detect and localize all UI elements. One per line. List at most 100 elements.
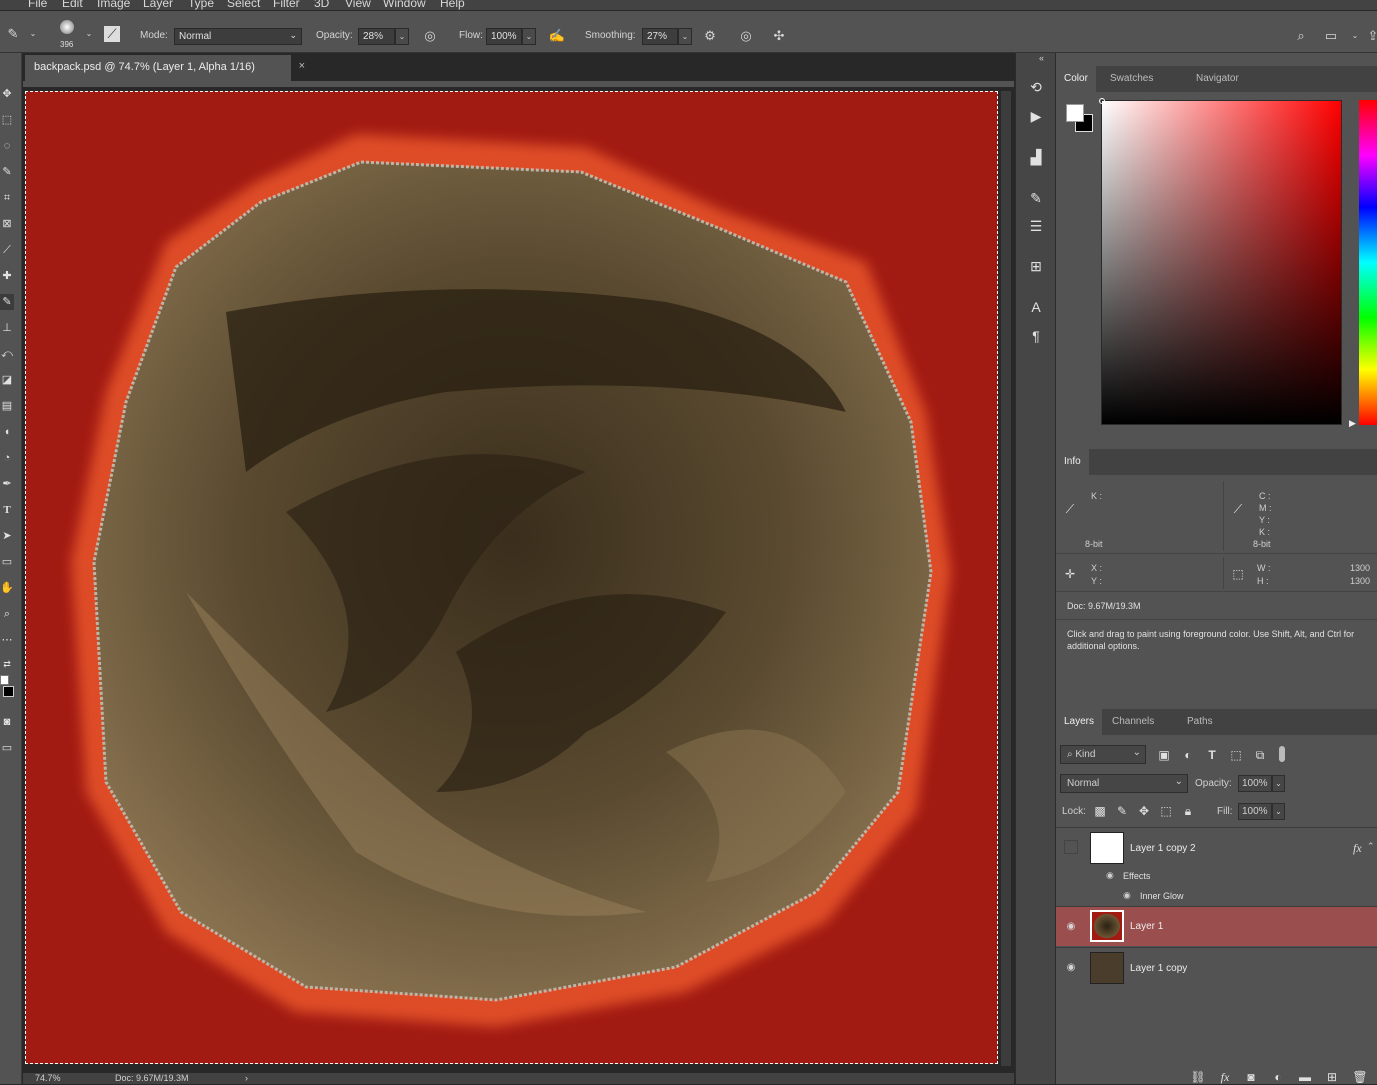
layer-row-copy-2[interactable]: Layer 1 copy 2 fx ⌃ ◉ Effects ◉ Inner Gl…	[1056, 827, 1377, 904]
new-group-icon[interactable]: ▬	[1297, 1069, 1313, 1085]
brush-preview[interactable]	[60, 20, 74, 34]
tab-swatches[interactable]: Swatches	[1102, 66, 1161, 92]
properties-panel-icon[interactable]: ⊞	[1026, 256, 1046, 276]
lock-image-icon[interactable]: ✎	[1114, 803, 1130, 819]
eyedropper-cmyk-icon[interactable]: ⟋	[1230, 501, 1246, 517]
layer-name[interactable]: Layer 1 copy	[1130, 963, 1187, 974]
lock-artboard-icon[interactable]: ⬚	[1158, 803, 1174, 819]
menu-type[interactable]: Type	[188, 0, 214, 10]
healing-brush-tool-icon[interactable]: ✚	[0, 268, 14, 284]
smoothing-dropdown[interactable]: ⌄	[678, 28, 692, 45]
brush-settings-icon[interactable]: ⟋	[104, 26, 120, 42]
foreground-color-swatch[interactable]	[0, 675, 9, 685]
brush-picker-chevron-icon[interactable]: ⌄	[80, 25, 98, 43]
swap-colors-icon[interactable]: ⇄	[0, 656, 14, 672]
path-selection-tool-icon[interactable]: ➤	[0, 528, 14, 544]
foreground-swatch[interactable]	[1066, 104, 1084, 122]
smoothing-input[interactable]: 27%	[642, 28, 678, 45]
history-brush-tool-icon[interactable]: ⤺	[0, 346, 14, 362]
menu-help[interactable]: Help	[440, 0, 465, 10]
opacity-input[interactable]: 28%	[358, 28, 395, 45]
move-tool-icon[interactable]: ✥	[0, 86, 14, 102]
flow-input[interactable]: 100%	[486, 28, 522, 45]
menu-edit[interactable]: Edit	[62, 0, 83, 10]
brush-tool-active-icon[interactable]: ✎	[0, 294, 14, 310]
tab-navigator[interactable]: Navigator	[1188, 66, 1247, 92]
pressure-size-icon[interactable]: ◎	[737, 27, 755, 45]
blend-mode-select[interactable]: Normal ⌄	[1060, 774, 1188, 793]
gear-icon[interactable]: ⚙	[701, 27, 719, 45]
dodge-tool-icon[interactable]: ◔	[0, 450, 14, 466]
collapse-panels-icon[interactable]: «	[1039, 53, 1044, 63]
layer-opacity-dropdown[interactable]: ⌄	[1272, 775, 1285, 792]
marquee-tool-icon[interactable]: ⬚	[0, 112, 14, 128]
quick-selection-tool-icon[interactable]: ✎	[0, 164, 14, 180]
pen-tool-icon[interactable]: ✒	[0, 476, 14, 492]
pressure-opacity-icon[interactable]: ◎	[421, 27, 439, 45]
menu-filter[interactable]: Filter	[273, 0, 300, 10]
adjustments-panel-icon[interactable]: ☰	[1026, 216, 1046, 236]
hand-tool-icon[interactable]: ✋	[0, 580, 14, 596]
opacity-dropdown[interactable]: ⌄	[395, 28, 409, 45]
new-adjustment-layer-icon[interactable]: ◐	[1270, 1069, 1286, 1085]
layer-row-layer-1-copy[interactable]: ◉ Layer 1 copy	[1056, 947, 1377, 988]
lasso-tool-icon[interactable]: ◌	[0, 138, 14, 154]
new-layer-icon[interactable]: ⊞	[1324, 1069, 1340, 1085]
quick-mask-icon[interactable]: ◙	[0, 714, 14, 730]
fill-input[interactable]: 100%	[1238, 803, 1272, 820]
zoom-tool-icon[interactable]: ⌕	[0, 606, 14, 622]
filter-shape-icon[interactable]: ⬚	[1228, 747, 1244, 763]
search-icon[interactable]: ⌕	[1292, 27, 1310, 45]
add-mask-icon[interactable]: ◙	[1243, 1069, 1259, 1085]
canvas[interactable]	[25, 91, 998, 1064]
inner-glow-eye-icon[interactable]: ◉	[1123, 890, 1131, 901]
share-icon[interactable]: ⇪	[1364, 27, 1377, 45]
tab-layers[interactable]: Layers	[1056, 709, 1103, 735]
eraser-tool-icon[interactable]: ◪	[0, 372, 14, 388]
filter-type-icon[interactable]: T	[1204, 747, 1220, 763]
brush-tool-icon[interactable]: ✎	[4, 25, 22, 43]
filter-adjustment-icon[interactable]: ◐	[1180, 747, 1196, 763]
symmetry-butterfly-icon[interactable]: ✣	[770, 27, 788, 45]
blur-tool-icon[interactable]: ◖	[0, 424, 14, 440]
menu-file[interactable]: File	[28, 0, 47, 10]
layer-name[interactable]: Layer 1	[1130, 921, 1163, 932]
workspace-icon[interactable]: ▭	[1322, 27, 1340, 45]
filter-smart-object-icon[interactable]: ⧉	[1252, 747, 1268, 763]
layer-row-layer-1[interactable]: ◉ Layer 1	[1056, 906, 1377, 946]
brush-settings-panel-icon[interactable]: ✎	[1026, 188, 1046, 208]
type-tool-icon[interactable]: T	[0, 502, 14, 518]
close-icon[interactable]: ×	[299, 60, 305, 72]
layer-fx-icon[interactable]: fx	[1353, 841, 1362, 856]
workspace-chevron-icon[interactable]: ⌄	[1346, 27, 1364, 45]
add-layer-style-icon[interactable]: fx	[1217, 1069, 1233, 1085]
eyedropper-readout-icon[interactable]: ⟋	[1062, 501, 1078, 517]
tab-paths[interactable]: Paths	[1179, 709, 1221, 735]
hue-slider[interactable]	[1359, 100, 1377, 425]
menu-view[interactable]: View	[345, 0, 371, 10]
menu-select[interactable]: Select	[227, 0, 260, 10]
filter-toggle[interactable]	[1279, 746, 1285, 762]
layer-opacity-input[interactable]: 100%	[1238, 775, 1272, 792]
background-color-swatch[interactable]	[3, 686, 14, 697]
character-panel-icon[interactable]: A	[1026, 297, 1046, 317]
document-tab[interactable]: backpack.psd @ 74.7% (Layer 1, Alpha 1/1…	[25, 55, 305, 81]
tool-preset-chevron-icon[interactable]: ⌄	[24, 25, 42, 43]
tab-color[interactable]: Color	[1056, 66, 1096, 92]
fill-dropdown[interactable]: ⌄	[1272, 803, 1285, 820]
history-panel-icon[interactable]: ⟲	[1026, 77, 1046, 97]
eye-icon[interactable]: ◉	[1064, 920, 1078, 934]
menu-layer[interactable]: Layer	[143, 0, 173, 10]
menu-image[interactable]: Image	[97, 0, 130, 10]
vertical-scrollbar[interactable]	[1001, 91, 1011, 1066]
more-tools-icon[interactable]: ⋯	[0, 632, 14, 648]
lock-transparent-icon[interactable]: ▩	[1092, 803, 1108, 819]
status-chevron-icon[interactable]: ›	[245, 1073, 248, 1083]
mode-select[interactable]: Normal ⌄	[174, 28, 302, 45]
menu-window[interactable]: Window	[383, 0, 426, 10]
color-field[interactable]	[1101, 100, 1342, 425]
eye-icon[interactable]: ◉	[1064, 961, 1078, 975]
menu-3d[interactable]: 3D	[314, 0, 329, 10]
paragraph-panel-icon[interactable]: ¶	[1026, 326, 1046, 346]
eyedropper-tool-icon[interactable]: ⟋	[0, 242, 14, 258]
